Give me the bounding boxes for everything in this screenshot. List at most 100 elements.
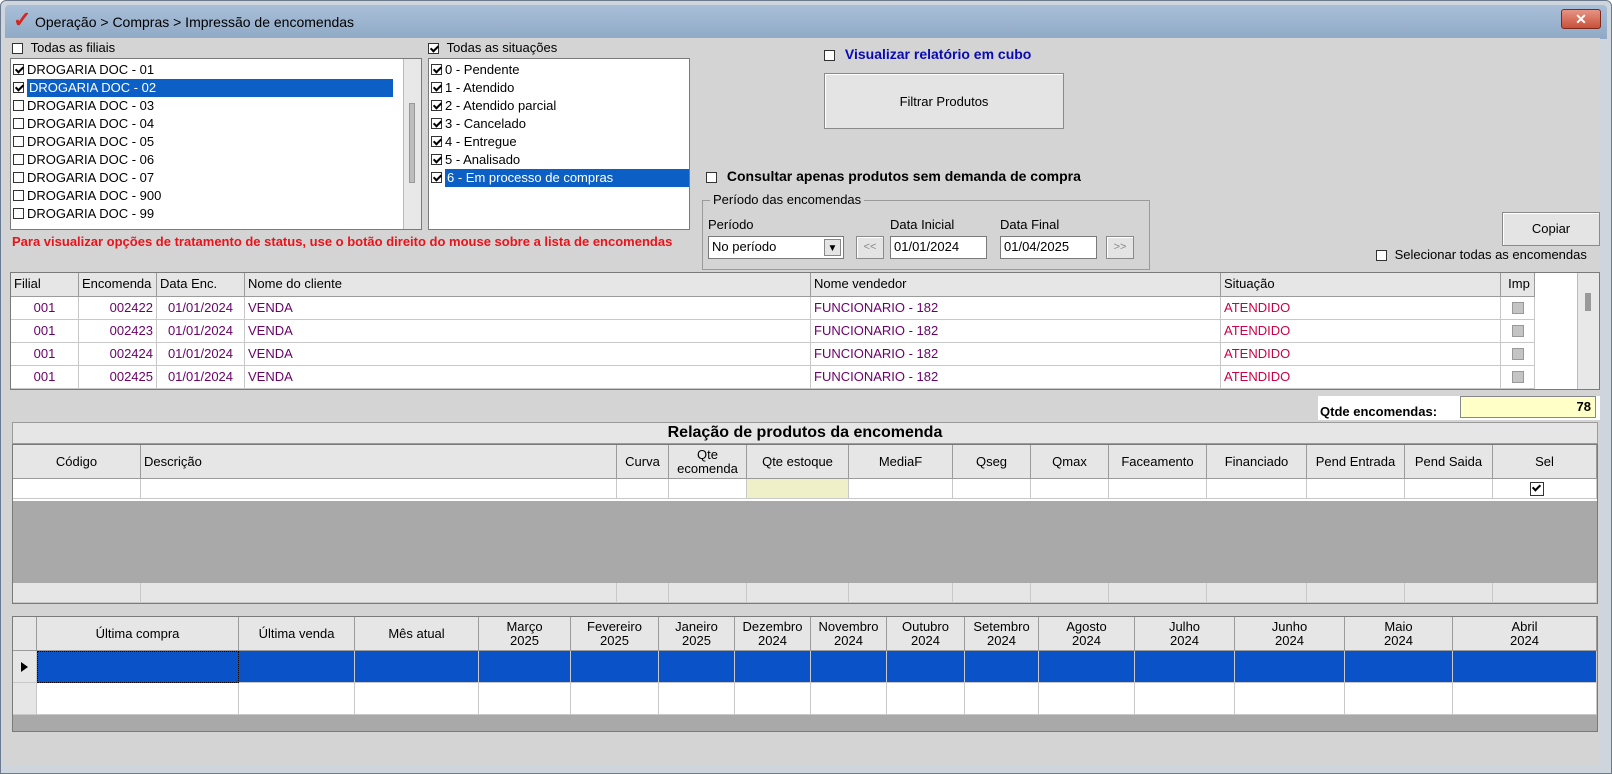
branches-list[interactable]: DROGARIA DOC - 01 DROGARIA DOC - 02 DROGAR… — [10, 58, 422, 230]
orders-cell[interactable]: 01/01/2024 — [157, 320, 245, 343]
branch-item-checkbox[interactable] — [13, 64, 24, 76]
history-cell[interactable] — [355, 683, 479, 715]
history-col-header[interactable]: Novembro 2024 — [811, 617, 887, 651]
products-col-header[interactable]: Pend Saida — [1405, 445, 1493, 479]
orders-cell[interactable]: 002424 — [79, 343, 157, 366]
products-col-header[interactable]: Pend Entrada — [1307, 445, 1405, 479]
print-flag-checkbox[interactable] — [1512, 325, 1524, 337]
products-cell[interactable] — [953, 479, 1031, 499]
all-situations-checkbox[interactable] — [428, 43, 439, 55]
orders-cell[interactable]: VENDA — [245, 343, 811, 366]
branch-item-checkbox[interactable] — [13, 208, 24, 220]
branch-item[interactable]: DROGARIA DOC - 04 — [13, 115, 154, 133]
branch-item-checkbox[interactable] — [13, 172, 24, 184]
products-cell[interactable] — [1109, 479, 1207, 499]
history-cell[interactable] — [571, 683, 659, 715]
row-indicator[interactable] — [13, 683, 37, 715]
history-col-header[interactable]: Abril 2024 — [1453, 617, 1597, 651]
history-cell[interactable] — [965, 651, 1039, 683]
orders-imp-cell[interactable] — [1501, 343, 1535, 366]
history-cell[interactable] — [1345, 683, 1453, 715]
products-cell[interactable] — [849, 479, 953, 499]
history-cell[interactable] — [659, 651, 735, 683]
products-cell[interactable] — [617, 479, 669, 499]
orders-cell[interactable]: 002422 — [79, 297, 157, 320]
history-cell[interactable] — [811, 651, 887, 683]
history-col-header[interactable]: Junho 2024 — [1235, 617, 1345, 651]
orders-cell[interactable]: 002425 — [79, 366, 157, 389]
orders-col-header[interactable]: Imp — [1501, 273, 1535, 297]
history-col-header[interactable]: Última compra — [37, 617, 239, 651]
orders-imp-cell[interactable] — [1501, 320, 1535, 343]
history-table[interactable]: Última compra Última venda Mês atual Março 2… — [12, 616, 1598, 732]
situation-item-checkbox[interactable] — [431, 172, 442, 184]
branches-scrollbar[interactable] — [403, 59, 421, 229]
history-col-header[interactable]: Mês atual — [355, 617, 479, 651]
history-col-header[interactable]: Julho 2024 — [1135, 617, 1235, 651]
select-all-orders-toggle[interactable]: Selecionar todas as encomendas — [1376, 247, 1587, 262]
cube-report-checkbox[interactable] — [824, 49, 835, 61]
situation-item-checkbox[interactable] — [431, 100, 442, 112]
orders-cell[interactable]: ATENDIDO — [1221, 320, 1501, 343]
history-cell[interactable] — [355, 651, 479, 683]
select-product-checkbox[interactable] — [1530, 482, 1544, 496]
products-col-header[interactable]: Qseg — [953, 445, 1031, 479]
branch-item-checkbox[interactable] — [13, 118, 24, 130]
situation-item[interactable]: 1 - Atendido — [431, 79, 514, 97]
history-col-header[interactable]: Janeiro 2025 — [659, 617, 735, 651]
situation-item-checkbox[interactable] — [431, 118, 442, 130]
orders-cell[interactable]: FUNCIONARIO - 182 — [811, 320, 1221, 343]
history-cell[interactable] — [735, 651, 811, 683]
history-cell[interactable] — [811, 683, 887, 715]
start-date-field[interactable]: 01/01/2024 — [890, 236, 987, 259]
history-cell[interactable] — [37, 683, 239, 715]
copy-button[interactable]: Copiar — [1502, 212, 1600, 246]
products-cell[interactable] — [1207, 479, 1307, 499]
orders-cell[interactable]: 001 — [11, 343, 79, 366]
situation-item[interactable]: 3 - Cancelado — [431, 115, 526, 133]
orders-cell[interactable]: FUNCIONARIO - 182 — [811, 366, 1221, 389]
next-period-button[interactable]: >> — [1106, 236, 1134, 259]
history-col-header[interactable]: Fevereiro 2025 — [571, 617, 659, 651]
orders-cell[interactable]: 002423 — [79, 320, 157, 343]
history-cell[interactable] — [1345, 651, 1453, 683]
products-cell[interactable] — [747, 479, 849, 499]
products-cell[interactable] — [13, 479, 141, 499]
products-col-header[interactable]: Financiado — [1207, 445, 1307, 479]
row-indicator[interactable] — [13, 651, 37, 683]
history-scroll-area[interactable] — [13, 715, 1597, 731]
history-cell[interactable] — [239, 683, 355, 715]
orders-imp-cell[interactable] — [1501, 297, 1535, 320]
orders-col-header[interactable]: Nome do cliente — [245, 273, 811, 297]
history-col-header[interactable]: Dezembro 2024 — [735, 617, 811, 651]
situation-item[interactable]: 0 - Pendente — [431, 61, 519, 79]
close-button[interactable]: ✕ — [1561, 9, 1601, 29]
situation-item-checkbox[interactable] — [431, 82, 442, 94]
products-col-header[interactable]: Curva — [617, 445, 669, 479]
orders-table[interactable]: Filial Encomenda Data Enc. Nome do cliente N… — [10, 272, 1600, 390]
all-branches-toggle[interactable]: Todas as filiais — [12, 40, 115, 55]
orders-cell[interactable]: 001 — [11, 320, 79, 343]
history-cell[interactable] — [1235, 651, 1345, 683]
orders-cell[interactable]: ATENDIDO — [1221, 343, 1501, 366]
products-cell[interactable] — [1405, 479, 1493, 499]
history-cell[interactable] — [1453, 683, 1597, 715]
history-cell[interactable] — [1453, 651, 1597, 683]
situation-item-checkbox[interactable] — [431, 136, 442, 148]
orders-cell[interactable]: VENDA — [245, 320, 811, 343]
branch-item-checkbox[interactable] — [13, 136, 24, 148]
products-col-header[interactable]: Código — [13, 445, 141, 479]
orders-cell[interactable]: VENDA — [245, 297, 811, 320]
products-cell[interactable] — [141, 479, 617, 499]
history-col-header[interactable]: Setembro 2024 — [965, 617, 1039, 651]
history-cell[interactable] — [1235, 683, 1345, 715]
orders-cell[interactable]: 001 — [11, 297, 79, 320]
all-situations-toggle[interactable]: Todas as situações — [428, 40, 557, 55]
history-cell[interactable] — [887, 651, 965, 683]
history-col-header[interactable]: Maio 2024 — [1345, 617, 1453, 651]
products-col-header[interactable]: Qte ecomenda — [669, 445, 747, 479]
products-cell[interactable] — [1493, 479, 1597, 499]
orders-cell[interactable]: VENDA — [245, 366, 811, 389]
products-cell[interactable] — [1031, 479, 1109, 499]
history-col-header[interactable]: Outubro 2024 — [887, 617, 965, 651]
